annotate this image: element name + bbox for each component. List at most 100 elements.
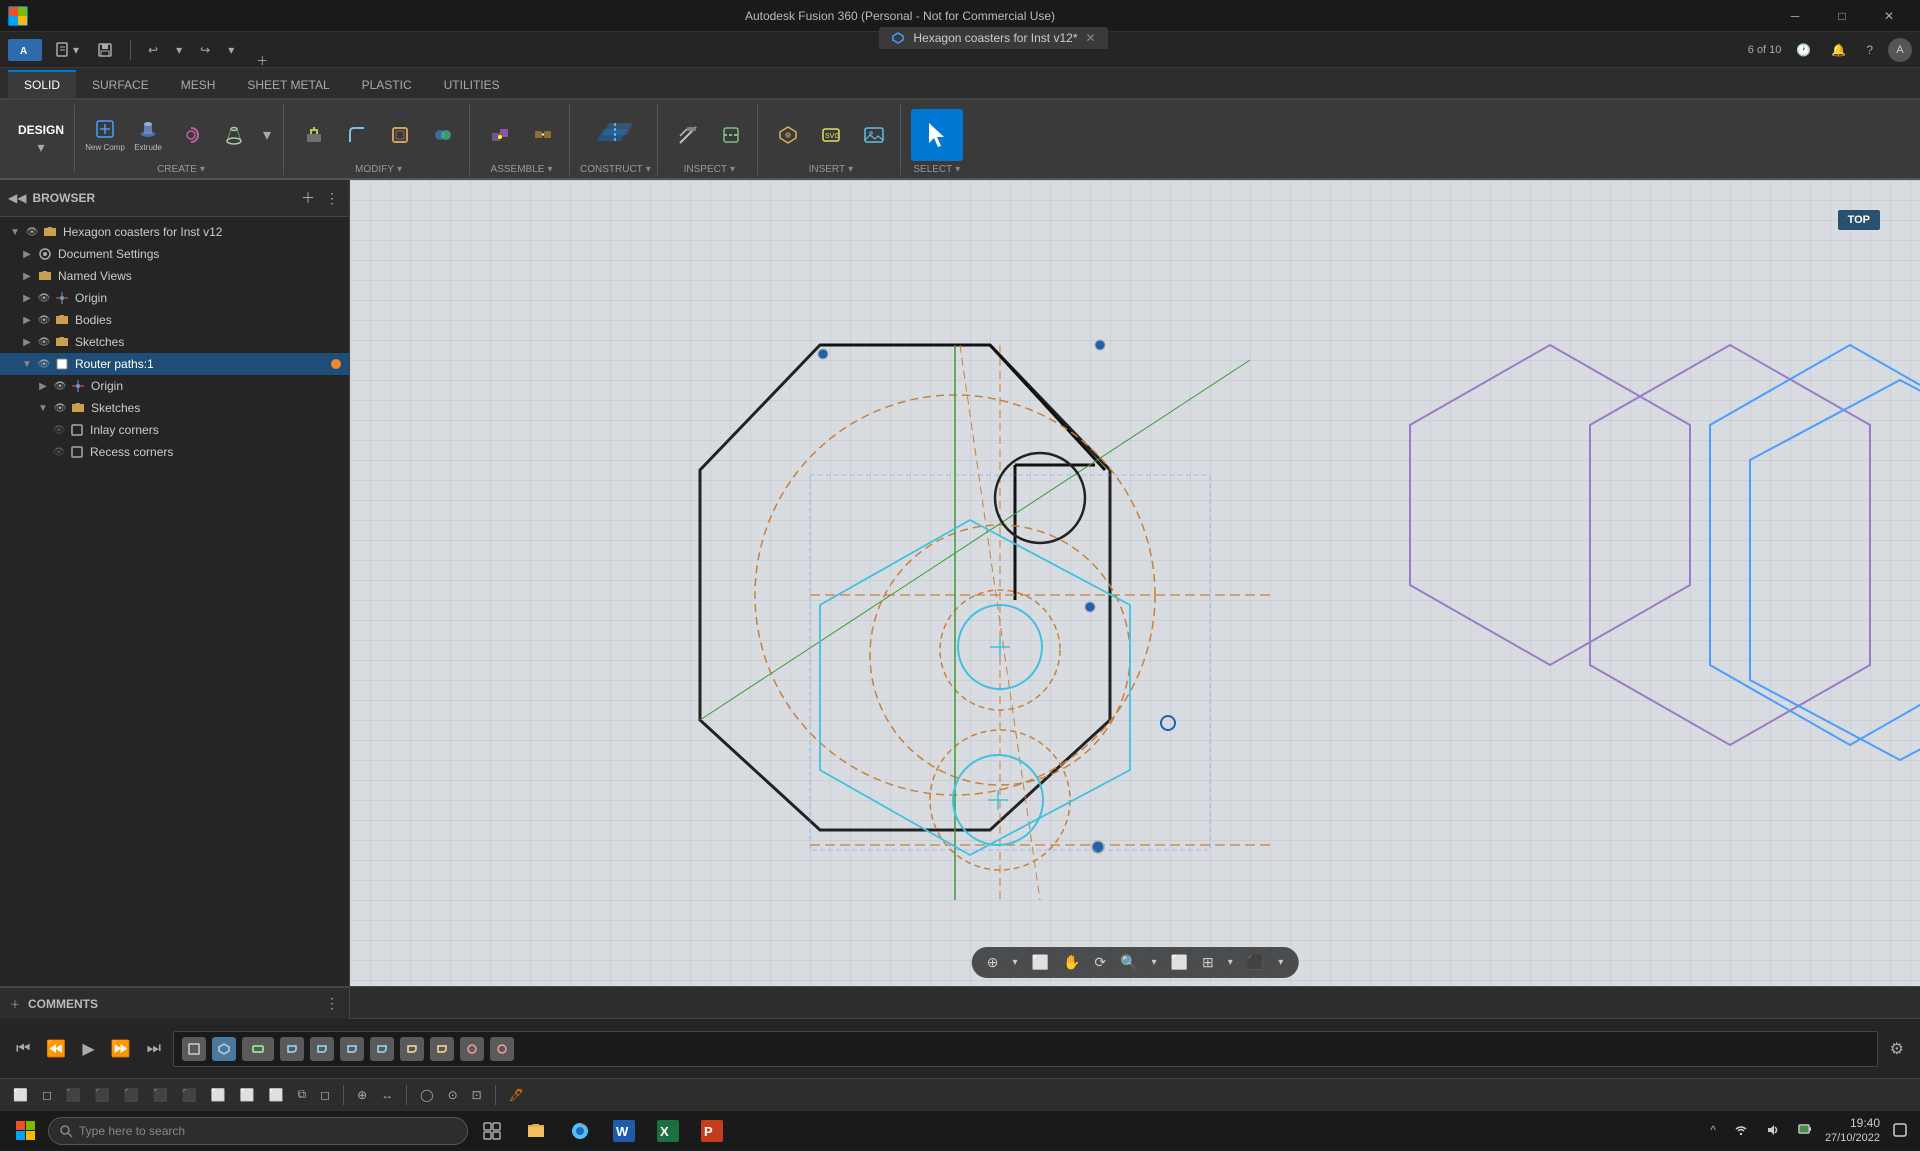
select-solid-btn[interactable]: ⬛	[61, 1085, 86, 1105]
timeline-start-btn[interactable]: ⏮	[12, 1038, 34, 1060]
select-paint-btn[interactable]: ⊡	[467, 1085, 487, 1105]
tree-item-recess-corners[interactable]: 👁 Recess corners	[0, 441, 349, 463]
close-btn[interactable]: ✕	[1866, 0, 1912, 32]
timeline-item-4[interactable]	[280, 1037, 304, 1061]
fillet-tool[interactable]	[337, 114, 377, 156]
insert-image-tool[interactable]	[854, 114, 894, 156]
zoom-tool[interactable]: 🔍	[1115, 951, 1142, 974]
pan-tool[interactable]: ✋	[1058, 951, 1085, 974]
snap-tool[interactable]: ⊕	[982, 951, 1004, 974]
new-tab-button[interactable]: ＋	[251, 49, 273, 72]
clock[interactable]: 19:40 27/10/2022	[1825, 1116, 1880, 1146]
file-tab[interactable]: Hexagon coasters for Inst v12* ✕	[879, 27, 1107, 49]
minimize-btn[interactable]: ─	[1772, 0, 1818, 32]
select-solid5-btn[interactable]: ⬛	[177, 1085, 202, 1105]
design-dropdown[interactable]: DESIGN ▾	[8, 105, 75, 173]
timeline-item-11[interactable]	[490, 1037, 514, 1061]
select-solid3-btn[interactable]: ⬛	[119, 1085, 144, 1105]
timeline-item-10[interactable]	[460, 1037, 484, 1061]
tab-utilities[interactable]: UTILITIES	[428, 70, 516, 98]
extrude-tool[interactable]: Extrude	[128, 114, 168, 156]
more-create-tools[interactable]: ▾	[257, 114, 277, 156]
combine-tool[interactable]	[423, 114, 463, 156]
insert-mesh-tool[interactable]	[768, 114, 808, 156]
grid-display[interactable]: ⊞	[1197, 951, 1219, 974]
select-circle-btn[interactable]: ◯	[415, 1085, 438, 1105]
select-overlap2-btn[interactable]: ◻	[315, 1085, 335, 1105]
press-pull-tool[interactable]	[294, 114, 334, 156]
timeline-item-5[interactable]	[310, 1037, 334, 1061]
display-mode-btn[interactable]: ⬜	[1027, 951, 1054, 974]
view-cube-btn[interactable]: ⬛	[1242, 951, 1269, 974]
file-explorer-app[interactable]	[516, 1111, 556, 1151]
browser-collapse-icon[interactable]: ◀◀	[8, 191, 26, 205]
tab-mesh[interactable]: MESH	[165, 70, 232, 98]
tree-item-root[interactable]: ▼ 👁 Hexagon coasters for Inst v12	[0, 221, 349, 243]
tree-arrow-bodies[interactable]: ▶	[20, 313, 34, 327]
close-tab-icon[interactable]: ✕	[1086, 31, 1096, 45]
tree-arrow-named-views[interactable]: ▶	[20, 269, 34, 283]
browser-menu-button[interactable]: ⋮	[323, 188, 341, 209]
tree-vis-router[interactable]: 👁	[37, 357, 51, 371]
tree-item-origin[interactable]: ▶ 👁 Origin	[0, 287, 349, 309]
tree-arrow-doc[interactable]: ▶	[20, 247, 34, 261]
redo-button[interactable]: ↪	[195, 40, 215, 60]
transform-btn[interactable]: ⊕	[352, 1085, 372, 1105]
select-solid4-btn[interactable]: ⬛	[148, 1085, 173, 1105]
tree-vis-sketches[interactable]: 👁	[37, 335, 51, 349]
tree-vis-root[interactable]: 👁	[25, 225, 39, 239]
timeline-item-6[interactable]	[340, 1037, 364, 1061]
tree-arrow-r-sketches[interactable]: ▼	[36, 401, 50, 415]
paint-cursor-btn[interactable]: 🖊	[504, 1085, 529, 1105]
redo-dropdown[interactable]: ▾	[223, 40, 239, 60]
transform2-btn[interactable]: ↔	[376, 1085, 398, 1105]
tree-vis-bodies[interactable]: 👁	[37, 313, 51, 327]
select-ring-btn[interactable]: ⊙	[443, 1085, 463, 1105]
save-button[interactable]	[92, 39, 118, 61]
timeline-end-btn[interactable]: ⏭	[143, 1038, 165, 1060]
select-outline-btn[interactable]: ⬜	[206, 1085, 231, 1105]
select-tool[interactable]	[911, 109, 963, 161]
tree-item-document-settings[interactable]: ▶ Document Settings	[0, 243, 349, 265]
viewport[interactable]: TOP ⊕ ▾ ⬜ ✋ ⟳ 🔍 ▾ ⬜ ⊞ ▾ ⬛ ▾	[350, 180, 1920, 986]
taskview-btn[interactable]	[472, 1111, 512, 1151]
selection-box-btn[interactable]: ⬜	[8, 1085, 33, 1105]
undo-dropdown[interactable]: ▾	[171, 40, 187, 60]
timeline-settings-btn[interactable]: ⚙	[1886, 1037, 1908, 1061]
tree-item-inlay-corners[interactable]: 👁 Inlay corners	[0, 419, 349, 441]
offset-plane-tool[interactable]	[587, 111, 643, 159]
user-avatar[interactable]: A	[1888, 38, 1912, 62]
tree-vis-inlay[interactable]: 👁	[52, 423, 66, 437]
select-outline3-btn[interactable]: ⬜	[264, 1085, 289, 1105]
powerpoint-app[interactable]: P	[692, 1111, 732, 1151]
undo-button[interactable]: ↩	[143, 40, 163, 60]
history-button[interactable]: 🕐	[1791, 40, 1816, 60]
comments-expand-icon[interactable]: ＋	[8, 994, 22, 1013]
help-button[interactable]: ?	[1861, 40, 1878, 60]
view-dropdown[interactable]: ▾	[1273, 954, 1288, 971]
loft-tool[interactable]	[214, 114, 254, 156]
timeline-prev-btn[interactable]: ⏪	[42, 1037, 70, 1061]
tree-item-router-sketches[interactable]: ▼ 👁 Sketches	[0, 397, 349, 419]
timeline-item-1[interactable]	[182, 1037, 206, 1061]
fit-to-screen[interactable]: ⬜	[1166, 951, 1193, 974]
zoom-dropdown[interactable]: ▾	[1147, 954, 1162, 971]
new-file-button[interactable]: ▾	[50, 39, 84, 61]
section-analysis-tool[interactable]	[711, 114, 751, 156]
battery-icon[interactable]	[1793, 1120, 1817, 1140]
tray-expand-btn[interactable]: ^	[1705, 1120, 1721, 1140]
joint-tool[interactable]	[480, 114, 520, 156]
tab-surface[interactable]: SURFACE	[76, 70, 165, 98]
volume-icon[interactable]	[1761, 1120, 1785, 1140]
tree-vis-r-sketches[interactable]: 👁	[53, 401, 67, 415]
timeline-item-7[interactable]	[370, 1037, 394, 1061]
timeline-item-3[interactable]	[242, 1037, 274, 1061]
timeline-item-9[interactable]	[430, 1037, 454, 1061]
orbit-tool[interactable]: ⟳	[1089, 951, 1111, 974]
select-overlap-btn[interactable]: ⧉	[293, 1084, 312, 1105]
firefox-app[interactable]	[560, 1111, 600, 1151]
select-solid2-btn[interactable]: ⬛	[90, 1085, 115, 1105]
notification-center-btn[interactable]	[1888, 1120, 1912, 1140]
start-button[interactable]	[8, 1113, 44, 1149]
timeline-next-btn[interactable]: ⏩	[107, 1037, 135, 1061]
